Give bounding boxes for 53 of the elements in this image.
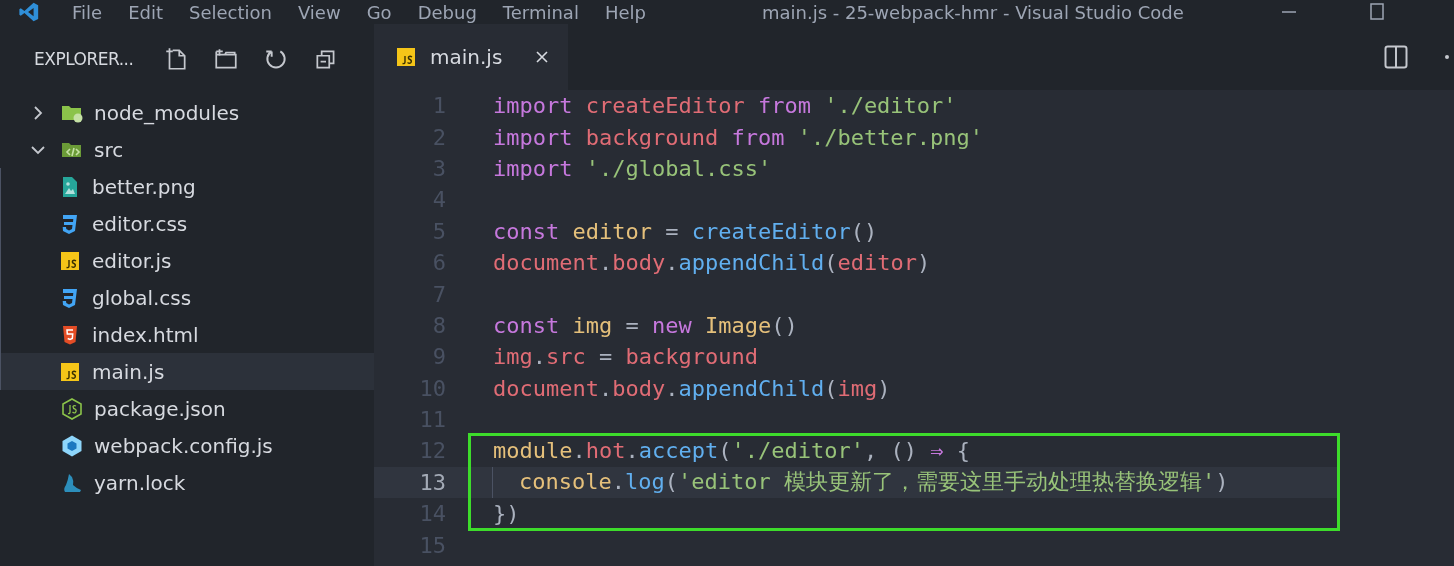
file-name: better.png (92, 174, 196, 199)
file-name: yarn.lock (94, 470, 186, 495)
code-line: const editor = createEditor() (493, 218, 878, 244)
code-line: module.hot.accept('./editor', () ⇒ { (493, 438, 970, 464)
more-actions-icon[interactable] (1444, 54, 1450, 60)
file-name: webpack.config.js (94, 433, 273, 458)
tree-item[interactable]: webpack.config.js (0, 427, 374, 464)
hexagon-file-icon (60, 396, 84, 421)
explorer-title: EXPLORER... (34, 49, 134, 69)
tree-item[interactable]: better.png (0, 168, 374, 205)
code-line: document.body.appendChild(editor) (493, 250, 931, 276)
js-file-icon (394, 45, 418, 69)
menu-item[interactable]: Selection (189, 1, 272, 23)
code-line: document.body.appendChild(img) (493, 375, 891, 401)
tree-item[interactable]: src (0, 131, 374, 168)
code-line: console.log('editor 模块更新了，需要这里手动处理热替换逻辑') (519, 468, 1229, 497)
tab-label: main.js (430, 45, 503, 69)
tree-item[interactable]: editor.js (0, 242, 374, 279)
tree-item[interactable]: node_modules (0, 94, 374, 131)
menu-item[interactable]: Edit (128, 1, 163, 23)
code-line: import createEditor from './editor' (493, 93, 957, 119)
file-name: index.html (92, 322, 199, 347)
code-line: }) (493, 501, 520, 527)
tree-item[interactable]: package.json (0, 390, 374, 427)
menu-item[interactable]: Help (604, 1, 646, 23)
split-editor-icon[interactable] (1382, 43, 1410, 71)
code-line: const img = new Image() (493, 312, 798, 338)
editor-tab[interactable]: main.js (374, 24, 569, 90)
file-name: editor.css (92, 211, 188, 236)
tree-item[interactable]: yarn.lock (0, 464, 374, 501)
tree-item[interactable]: main.js (0, 353, 374, 390)
new-folder-icon[interactable] (213, 46, 240, 72)
code-line: import './global.css' (493, 155, 772, 181)
window-title: main.js - 25-webpack-hmr - Visual Studio Code (761, 1, 1185, 23)
cube-file-icon (60, 433, 84, 458)
file-name: main.js (92, 359, 165, 384)
code-line: img.src = background (493, 344, 758, 370)
file-name: global.css (92, 285, 192, 310)
menu-item[interactable]: View (297, 1, 341, 23)
menu-item[interactable]: Terminal (502, 1, 579, 23)
file-name: package.json (94, 396, 226, 421)
tree-item[interactable]: index.html (0, 316, 374, 353)
tree-item[interactable]: global.css (0, 279, 374, 316)
file-name: editor.js (92, 248, 172, 273)
menu-item[interactable]: Go (366, 1, 392, 23)
menu-item[interactable]: File (72, 1, 103, 23)
tree-item[interactable]: editor.css (0, 205, 374, 242)
file-name: src (94, 137, 124, 162)
menu-item[interactable]: Debug (417, 1, 477, 23)
close-icon[interactable] (534, 49, 551, 65)
line-number: 13 (418, 469, 446, 495)
code-line: import background from './better.png' (493, 124, 984, 150)
file-name: node_modules (94, 100, 240, 125)
